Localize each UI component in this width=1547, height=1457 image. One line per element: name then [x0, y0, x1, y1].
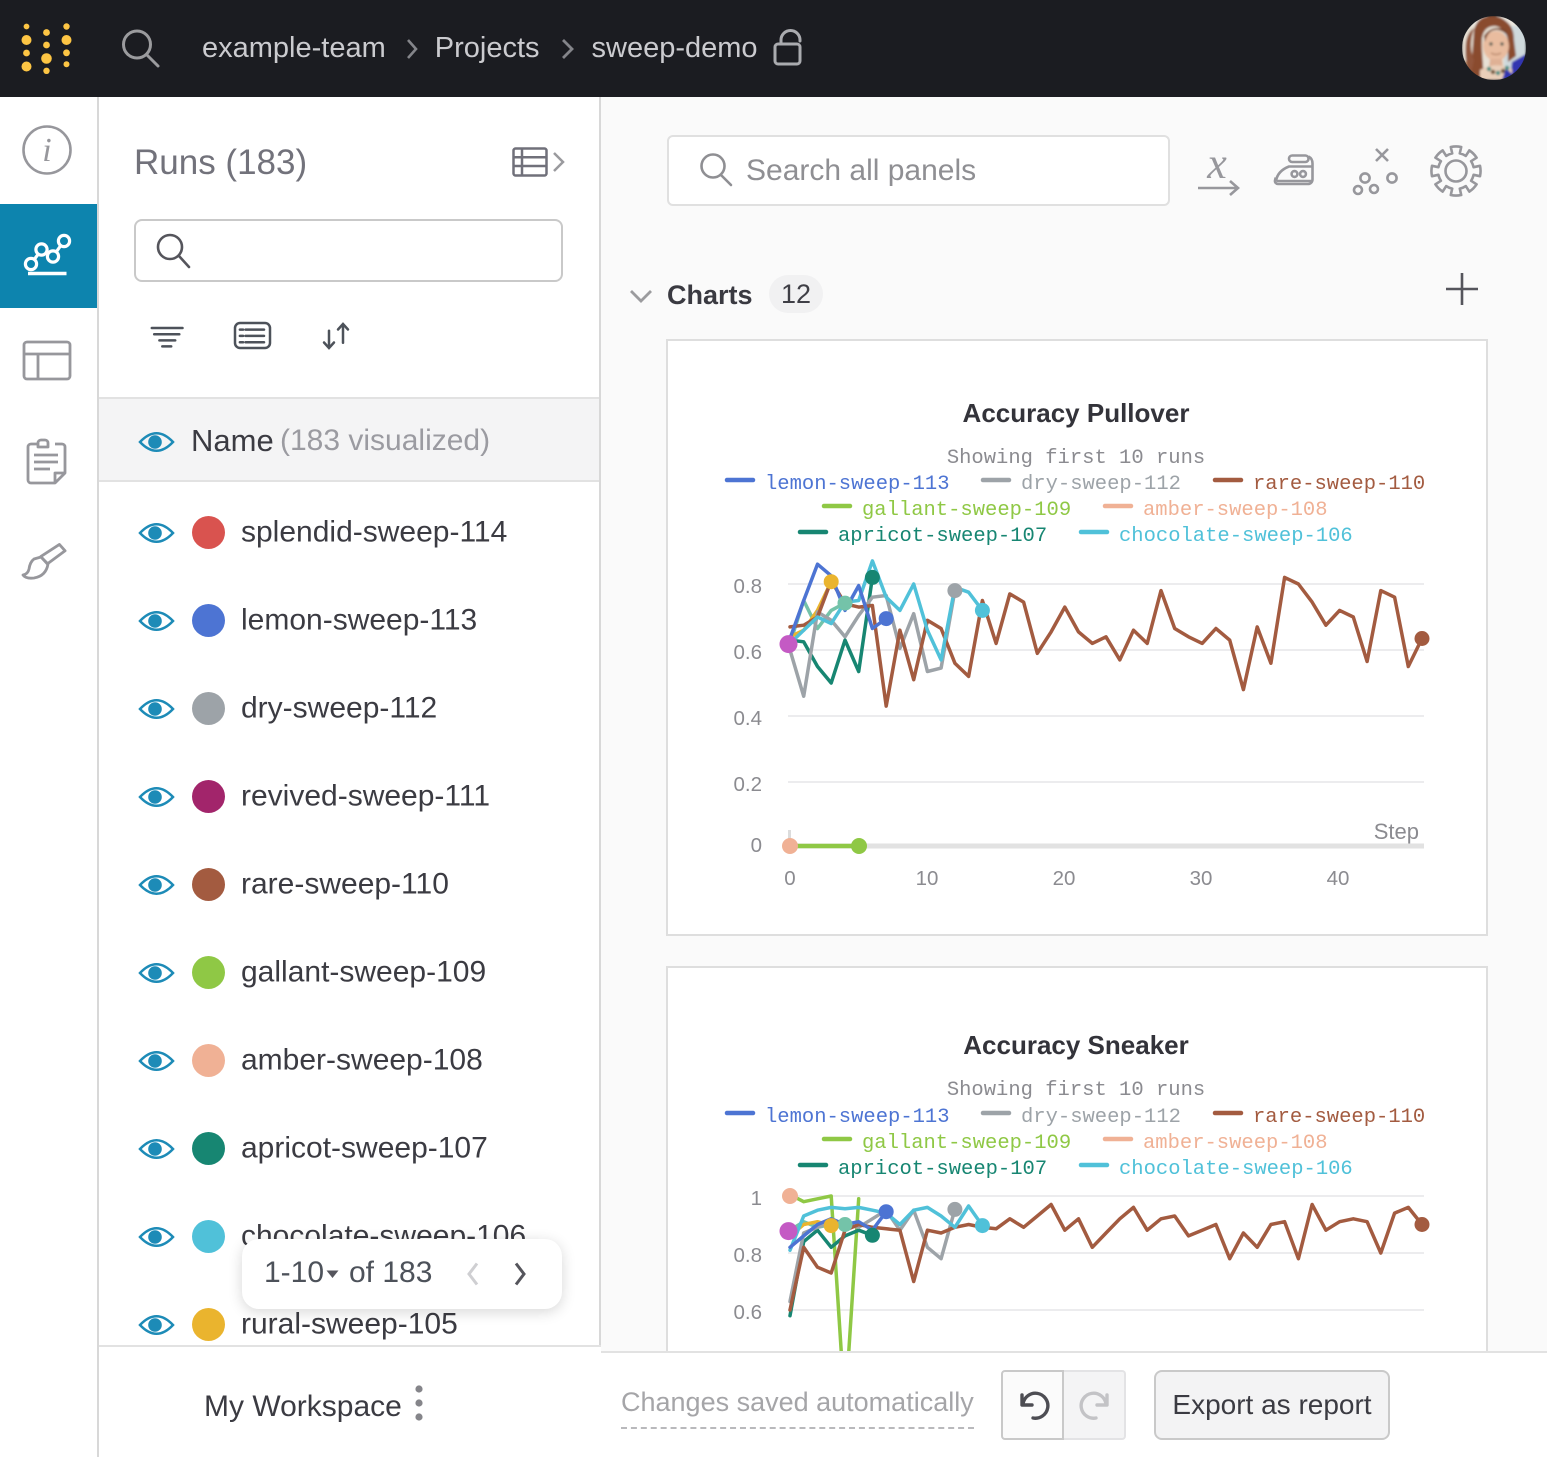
svg-text:amber-sweep-108: amber-sweep-108 [1143, 499, 1328, 522]
svg-text:40: 40 [1327, 867, 1350, 890]
svg-text:gallant-sweep-109: gallant-sweep-109 [862, 499, 1071, 522]
svg-text:1: 1 [751, 1187, 762, 1210]
svg-text:Showing first 10 runs: Showing first 10 runs [947, 1079, 1205, 1102]
svg-text:0: 0 [784, 867, 795, 890]
svg-text:0.2: 0.2 [734, 773, 763, 796]
svg-text:apricot-sweep-107: apricot-sweep-107 [838, 1158, 1047, 1181]
svg-text:gallant-sweep-109: gallant-sweep-109 [862, 1132, 1071, 1155]
svg-text:0.6: 0.6 [734, 1301, 763, 1324]
svg-text:Showing first 10 runs: Showing first 10 runs [947, 447, 1205, 470]
svg-text:rare-sweep-110: rare-sweep-110 [1253, 473, 1425, 496]
svg-text:Step: Step [1374, 819, 1419, 844]
svg-text:chocolate-sweep-106: chocolate-sweep-106 [1119, 1158, 1353, 1181]
svg-text:0.6: 0.6 [734, 641, 763, 664]
svg-text:lemon-sweep-113: lemon-sweep-113 [765, 1106, 950, 1129]
svg-text:Accuracy Pullover: Accuracy Pullover [963, 398, 1190, 428]
svg-text:dry-sweep-112: dry-sweep-112 [1021, 473, 1181, 496]
svg-text:chocolate-sweep-106: chocolate-sweep-106 [1119, 525, 1353, 548]
svg-text:apricot-sweep-107: apricot-sweep-107 [838, 525, 1047, 548]
svg-text:20: 20 [1053, 867, 1076, 890]
svg-text:30: 30 [1190, 867, 1213, 890]
svg-text:amber-sweep-108: amber-sweep-108 [1143, 1132, 1328, 1155]
svg-text:0: 0 [751, 834, 762, 857]
svg-text:rare-sweep-110: rare-sweep-110 [1253, 1106, 1425, 1129]
svg-text:lemon-sweep-113: lemon-sweep-113 [765, 473, 950, 496]
svg-text:0.8: 0.8 [734, 1244, 763, 1267]
svg-text:dry-sweep-112: dry-sweep-112 [1021, 1106, 1181, 1129]
svg-text:10: 10 [916, 867, 939, 890]
svg-text:0.8: 0.8 [734, 575, 763, 598]
svg-text:Accuracy Sneaker: Accuracy Sneaker [963, 1030, 1188, 1060]
svg-text:i: i [42, 132, 51, 169]
svg-text:0.4: 0.4 [734, 707, 763, 730]
